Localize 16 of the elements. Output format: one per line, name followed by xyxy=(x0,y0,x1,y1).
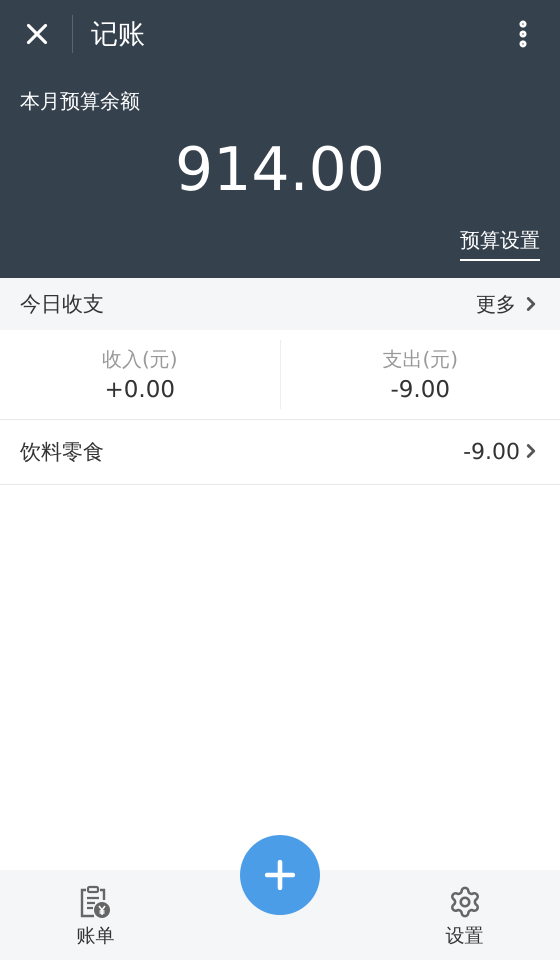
tab-item[interactable]: 设置 xyxy=(369,870,560,960)
nav-title: 记账 xyxy=(91,18,146,52)
stat-value: +0.00 xyxy=(104,377,175,403)
budget-label: 本月预算余额 xyxy=(20,88,140,115)
budget-amount: 914.00 xyxy=(175,135,385,205)
entry-amount: -9.00 xyxy=(463,440,542,464)
stat-label: 支出(元) xyxy=(382,346,458,373)
budget-settings-link[interactable]: 预算设置 xyxy=(460,227,540,261)
stat-value: -9.00 xyxy=(390,377,450,403)
section-title: 今日收支 xyxy=(20,291,104,318)
tab-item[interactable]: 账单 xyxy=(0,870,191,960)
entry-category: 饮料零食 xyxy=(20,439,104,466)
more-link[interactable]: 更多 xyxy=(476,290,542,318)
stat-label: 收入(元) xyxy=(102,346,178,373)
clipboard-yen-icon xyxy=(79,884,112,918)
entry-row[interactable]: 饮料零食 -9.00 xyxy=(0,420,560,485)
